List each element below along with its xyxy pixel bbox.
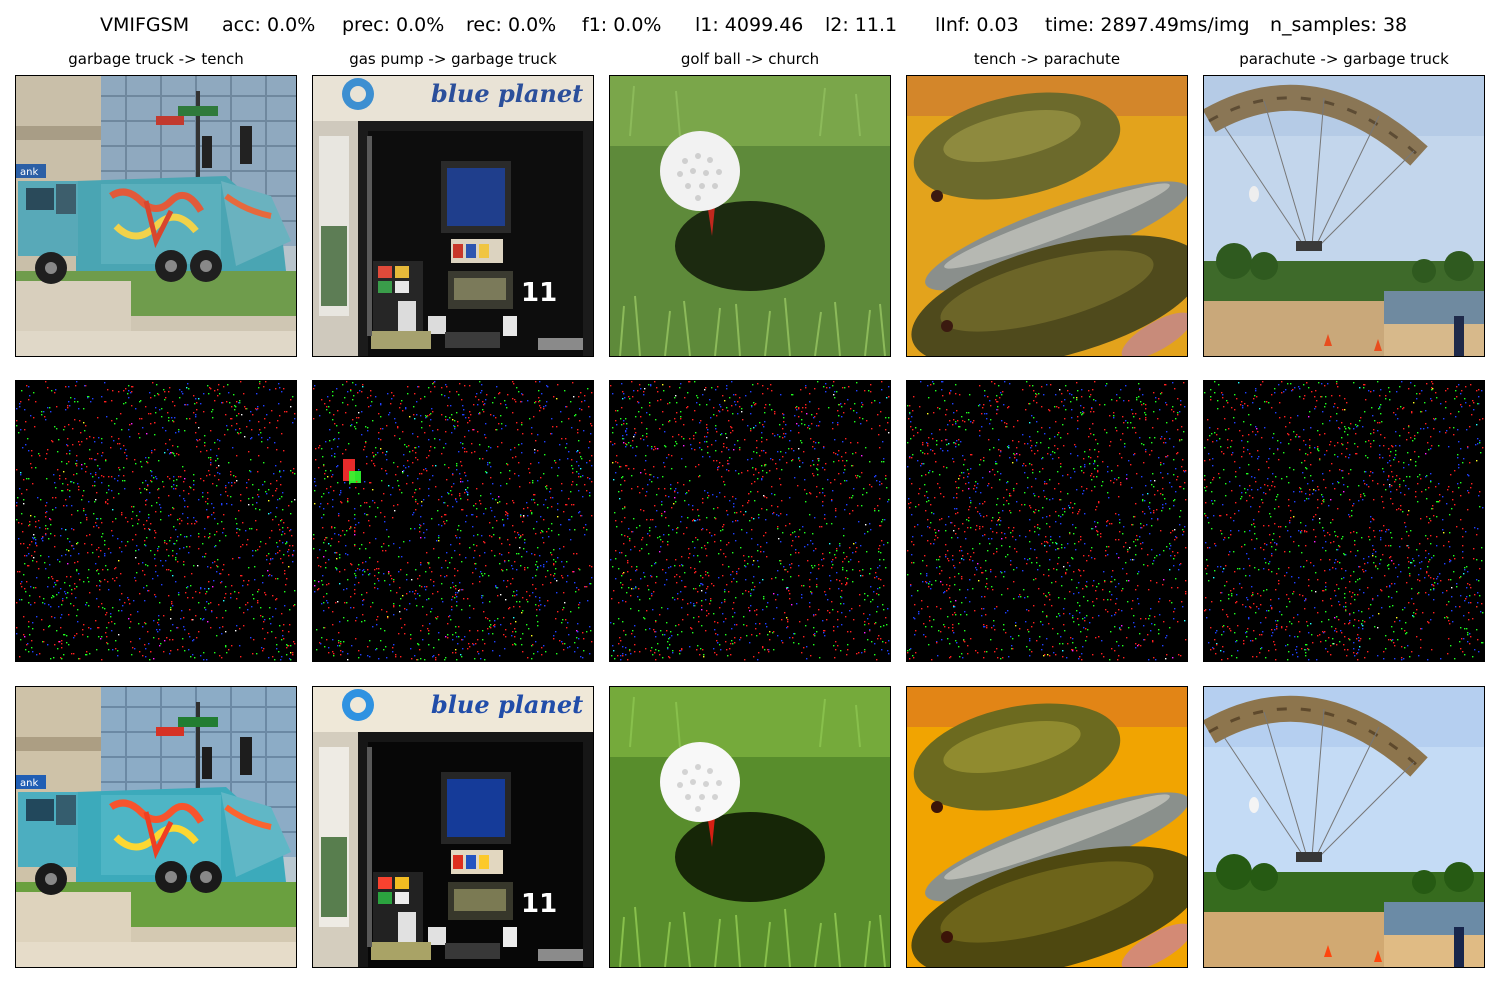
original-tench-image [906, 75, 1188, 357]
pump-number: 11 [521, 889, 557, 919]
column-title-2: gas pump -> garbage truck [349, 50, 557, 68]
adversarial-gas-pump-image: blue planet 11 [312, 686, 594, 968]
perturbation-gas-pump [312, 380, 594, 662]
perturbation-noise [313, 381, 593, 661]
svg-text:ank: ank [20, 167, 38, 178]
perturbation-noise [907, 381, 1187, 661]
golf-ball-scene [610, 76, 890, 356]
n-samples-metric: n_samples: 38 [1270, 14, 1408, 36]
perturbation-tench [906, 380, 1188, 662]
column-title-4: tench -> parachute [973, 50, 1121, 68]
adversarial-tench-image [906, 686, 1188, 968]
adversarial-garbage-truck-image: ank [15, 686, 297, 968]
perturbation-noise [16, 381, 296, 661]
gas-pump-scene: blue planet 11 [313, 76, 593, 356]
pump-sign-text: blue planet [431, 690, 583, 719]
original-parachute-image [1203, 75, 1485, 357]
f1-metric: f1: 0.0% [582, 14, 662, 36]
method-label: VMIFGSM [100, 14, 190, 36]
parachute-scene [1204, 687, 1484, 967]
perturbation-noise [610, 381, 890, 661]
parachute-scene [1204, 76, 1484, 356]
column-title-5: parachute -> garbage truck [1239, 50, 1449, 68]
l2-metric: l2: 11.1 [825, 14, 898, 36]
pump-number: 11 [521, 278, 557, 308]
garbage-truck-scene: ank [16, 76, 296, 356]
linf-metric: lInf: 0.03 [935, 14, 1019, 36]
tench-scene [907, 687, 1187, 967]
original-golf-ball-image [609, 75, 891, 357]
perturbation-garbage-truck [15, 380, 297, 662]
adversarial-parachute-image [1203, 686, 1485, 968]
column-title-3: golf ball -> church [680, 50, 820, 68]
precision-metric: prec: 0.0% [342, 14, 445, 36]
figure-header: VMIFGSM acc: 0.0% prec: 0.0% rec: 0.0% f… [0, 14, 1500, 44]
perturbation-noise [1204, 381, 1484, 661]
golf-ball-scene [610, 687, 890, 967]
garbage-truck-scene: ank [16, 687, 296, 967]
pump-sign-text: blue planet [431, 79, 583, 108]
original-garbage-truck-image: ank [15, 75, 297, 357]
original-gas-pump-image: blue planet 11 [312, 75, 594, 357]
tench-scene [907, 76, 1187, 356]
gas-pump-scene: blue planet 11 [313, 687, 593, 967]
l1-metric: l1: 4099.46 [695, 14, 804, 36]
adversarial-golf-ball-image [609, 686, 891, 968]
accuracy-metric: acc: 0.0% [222, 14, 316, 36]
recall-metric: rec: 0.0% [466, 14, 557, 36]
perturbation-golf-ball [609, 380, 891, 662]
perturbation-parachute [1203, 380, 1485, 662]
time-metric: time: 2897.49ms/img [1045, 14, 1250, 36]
column-title-1: garbage truck -> tench [68, 50, 244, 68]
